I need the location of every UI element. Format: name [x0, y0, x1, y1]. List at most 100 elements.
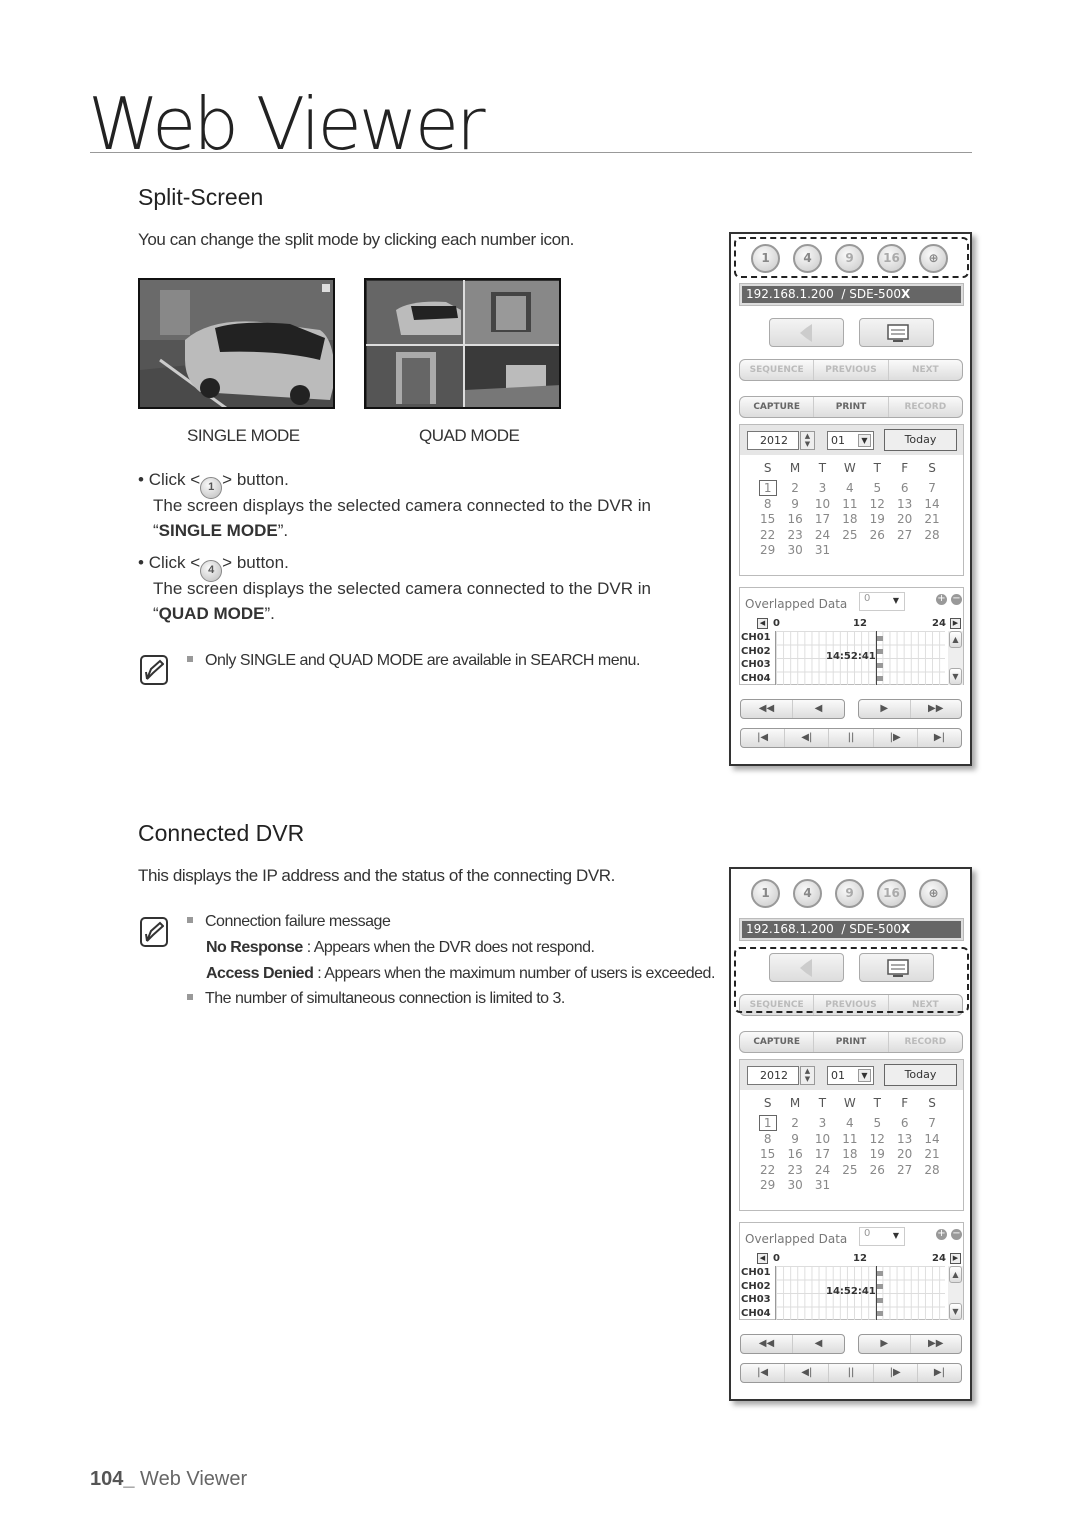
today-button[interactable]: Today: [884, 429, 957, 451]
calendar-day[interactable]: 19: [864, 1147, 891, 1163]
split-4-button[interactable]: 4: [793, 879, 822, 908]
calendar-day[interactable]: 14: [918, 497, 945, 513]
year-field[interactable]: 2012: [747, 431, 799, 450]
calendar-day[interactable]: 17: [809, 512, 836, 528]
calendar-day[interactable]: 8: [754, 497, 781, 513]
channel-scrollbar[interactable]: ▲ ▼: [948, 631, 963, 685]
calendar-day[interactable]: 11: [836, 497, 863, 513]
fullscreen-button[interactable]: ⊕: [919, 879, 948, 908]
calendar-day[interactable]: 9: [781, 497, 808, 513]
calendar-day[interactable]: 26: [864, 1163, 891, 1179]
last-frame-button[interactable]: ▶|: [918, 1364, 961, 1382]
calendar-day[interactable]: 4: [836, 1116, 863, 1132]
calendar-day[interactable]: 27: [891, 528, 918, 544]
audio-button[interactable]: [769, 318, 844, 347]
split-9-button[interactable]: 9: [835, 879, 864, 908]
split-1-button[interactable]: 1: [751, 879, 780, 908]
calendar-day[interactable]: 4: [836, 481, 863, 497]
zoom-out-icon[interactable]: −: [951, 594, 962, 605]
scroll-down-icon[interactable]: ▼: [949, 1303, 962, 1320]
fast-forward-button[interactable]: ▶▶: [911, 1335, 962, 1353]
step-back-button[interactable]: ◀|: [785, 1364, 830, 1382]
print-button[interactable]: PRINT: [814, 397, 889, 417]
timeline-right-arrow-icon[interactable]: ▶: [950, 1253, 961, 1264]
print-button[interactable]: PRINT: [814, 1032, 889, 1052]
capture-button[interactable]: CAPTURE: [740, 397, 815, 417]
rewind-button[interactable]: ◀: [793, 700, 844, 718]
calendar-day[interactable]: 5: [864, 481, 891, 497]
step-forward-button[interactable]: |▶: [874, 1364, 918, 1382]
calendar-day[interactable]: 1: [754, 480, 781, 497]
calendar-day[interactable]: 31: [809, 1178, 836, 1194]
play-button[interactable]: ▶: [859, 1335, 911, 1353]
scroll-down-icon[interactable]: ▼: [949, 668, 962, 685]
calendar-day[interactable]: 15: [754, 1147, 781, 1163]
step-forward-button[interactable]: |▶: [874, 729, 918, 747]
overlapped-data-select[interactable]: 0 ▼: [859, 592, 905, 611]
year-spinner[interactable]: ▲ ▼: [800, 1066, 815, 1085]
calendar-day[interactable]: 12: [864, 497, 891, 513]
pause-button[interactable]: ||: [829, 1364, 874, 1382]
calendar-day[interactable]: 20: [891, 1147, 918, 1163]
calendar-day[interactable]: 21: [918, 1147, 945, 1163]
calendar-day[interactable]: 5: [864, 1116, 891, 1132]
pause-button[interactable]: ||: [829, 729, 874, 747]
calendar-day[interactable]: 18: [836, 1147, 863, 1163]
calendar-day[interactable]: 25: [836, 1163, 863, 1179]
calendar-day[interactable]: 2: [781, 1116, 808, 1132]
calendar-day[interactable]: 6: [891, 1116, 918, 1132]
calendar-day[interactable]: 7: [918, 1116, 945, 1132]
calendar-day[interactable]: 1: [754, 1115, 781, 1132]
calendar-day[interactable]: 31: [809, 543, 836, 559]
calendar-day[interactable]: 13: [891, 497, 918, 513]
calendar-day[interactable]: 16: [781, 1147, 808, 1163]
fast-rewind-button[interactable]: ◀◀: [741, 1335, 793, 1353]
month-select[interactable]: 01 ▼: [827, 1066, 874, 1085]
today-button[interactable]: Today: [884, 1064, 957, 1086]
calendar-day[interactable]: 18: [836, 512, 863, 528]
overlapped-data-select[interactable]: 0 ▼: [859, 1227, 905, 1246]
calendar-day[interactable]: 26: [864, 528, 891, 544]
scroll-up-icon[interactable]: ▲: [949, 631, 962, 648]
calendar-day[interactable]: 30: [781, 1178, 808, 1194]
first-frame-button[interactable]: |◀: [741, 1364, 786, 1382]
calendar-day[interactable]: 13: [891, 1132, 918, 1148]
play-button[interactable]: ▶: [859, 700, 911, 718]
step-back-button[interactable]: ◀|: [785, 729, 830, 747]
scroll-up-icon[interactable]: ▲: [949, 1266, 962, 1283]
calendar-day[interactable]: 28: [918, 528, 945, 544]
fast-rewind-button[interactable]: ◀◀: [741, 700, 793, 718]
calendar-day[interactable]: 6: [891, 481, 918, 497]
record-button[interactable]: RECORD: [889, 397, 962, 417]
calendar-day[interactable]: 14: [918, 1132, 945, 1148]
calendar-day[interactable]: 21: [918, 512, 945, 528]
calendar-day[interactable]: 10: [809, 497, 836, 513]
timeline-cursor[interactable]: [876, 631, 877, 685]
calendar-day[interactable]: 19: [864, 512, 891, 528]
record-button[interactable]: RECORD: [889, 1032, 962, 1052]
calendar-day[interactable]: 25: [836, 528, 863, 544]
calendar-day[interactable]: 23: [781, 528, 808, 544]
calendar-day[interactable]: 3: [809, 1116, 836, 1132]
timeline-cursor[interactable]: [876, 1266, 877, 1320]
last-frame-button[interactable]: ▶|: [918, 729, 961, 747]
next-button[interactable]: NEXT: [889, 360, 962, 380]
calendar-day[interactable]: 23: [781, 1163, 808, 1179]
year-spinner[interactable]: ▲ ▼: [800, 431, 815, 450]
calendar-day[interactable]: 15: [754, 512, 781, 528]
calendar-day[interactable]: 3: [809, 481, 836, 497]
calendar-day[interactable]: 22: [754, 528, 781, 544]
calendar-day[interactable]: 10: [809, 1132, 836, 1148]
calendar-day[interactable]: 27: [891, 1163, 918, 1179]
rewind-button[interactable]: ◀: [793, 1335, 844, 1353]
zoom-out-icon[interactable]: −: [951, 1229, 962, 1240]
calendar-day[interactable]: 30: [781, 543, 808, 559]
timeline-left-arrow-icon[interactable]: ◀: [757, 618, 768, 629]
timeline-right-arrow-icon[interactable]: ▶: [950, 618, 961, 629]
channel-scrollbar[interactable]: ▲ ▼: [948, 1266, 963, 1320]
year-field[interactable]: 2012: [747, 1066, 799, 1085]
zoom-in-icon[interactable]: +: [936, 1229, 947, 1240]
calendar-day[interactable]: 9: [781, 1132, 808, 1148]
calendar-day[interactable]: 12: [864, 1132, 891, 1148]
calendar-day[interactable]: 22: [754, 1163, 781, 1179]
